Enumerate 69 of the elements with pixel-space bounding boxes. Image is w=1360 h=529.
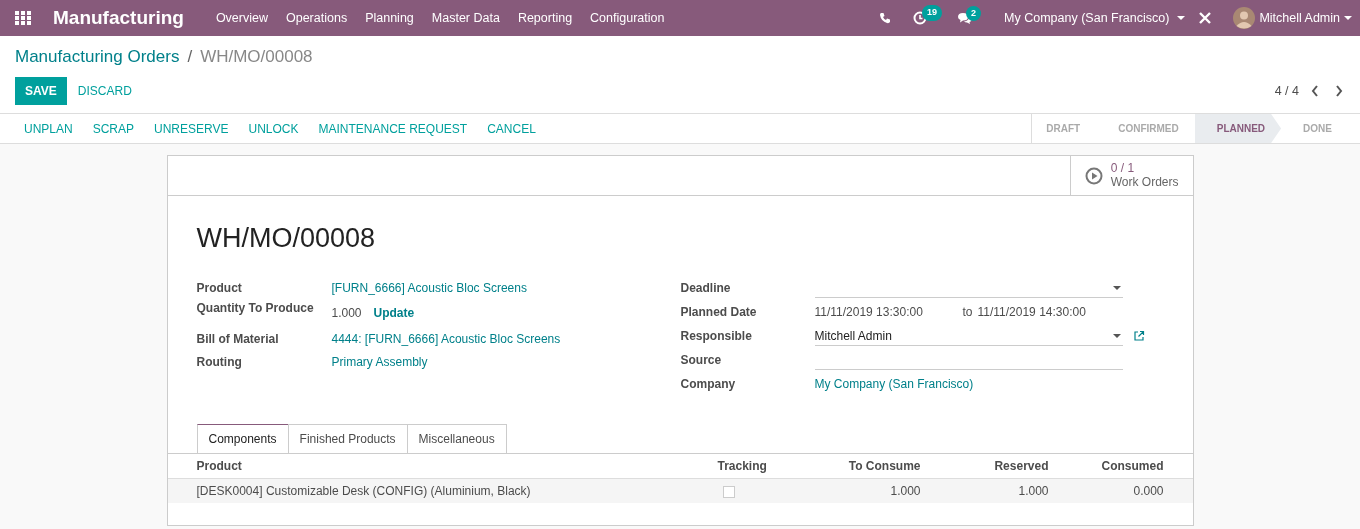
tab[interactable]: Components [196, 424, 289, 453]
menu-item[interactable]: Reporting [517, 8, 573, 28]
field-link[interactable]: 4444: [FURN_6666] Acoustic Bloc Screens [331, 329, 561, 348]
notification-count: 2 [966, 5, 982, 21]
save-button[interactable]: SAVE [15, 77, 67, 105]
apps-menu-icon[interactable] [15, 10, 31, 26]
status-stage[interactable]: PLANNED [1194, 114, 1282, 143]
caret-icon [1177, 15, 1186, 21]
phone-icon[interactable] [879, 12, 892, 24]
menu-item[interactable]: Configuration [590, 8, 665, 28]
caret-icon [1112, 333, 1121, 338]
table-cell-text: [DESK0004] Customizable Desk (CONFIG) (Aluminium, Black) [196, 483, 532, 500]
field-label: Responsible [680, 328, 753, 345]
action-button[interactable]: MAINTENANCE REQUEST [308, 114, 478, 143]
menu-item[interactable]: Operations [286, 8, 348, 28]
table-cell-text: 1.000 [889, 483, 921, 500]
discard-button[interactable]: DISCARD [66, 77, 143, 105]
field-label: Company [680, 376, 737, 393]
column-header: Consumed [1100, 458, 1164, 475]
action-button[interactable]: SCRAP [82, 114, 145, 143]
clock-icon[interactable] [913, 11, 928, 25]
external-link-icon[interactable] [1132, 330, 1145, 342]
caret-icon [1112, 285, 1121, 290]
field-label: Bill of Material [196, 330, 280, 348]
menu-item[interactable]: Planning [365, 8, 414, 28]
menu-item[interactable]: Master Data [431, 8, 500, 28]
column-header: Product [196, 458, 243, 475]
update-link[interactable]: Update [373, 304, 415, 322]
table-cell-text: 1.000 [1017, 483, 1049, 500]
field-value: 1.000 [331, 305, 362, 322]
next-icon[interactable] [1335, 85, 1343, 97]
date-field[interactable]: 11/11/2019 13:30:00 [814, 303, 963, 321]
field-label: Planned Date [680, 304, 758, 321]
user-menu[interactable]: Mitchell Admin [1233, 7, 1352, 29]
field-label: Product [196, 279, 243, 297]
action-button[interactable]: CANCEL [477, 114, 546, 143]
company-switcher[interactable]: My Company (San Francisco) [1004, 8, 1186, 28]
caret-icon [1344, 15, 1352, 21]
action-button[interactable]: UNRESERVE [144, 114, 239, 143]
column-header: To Consume [847, 458, 921, 475]
record-title: WH/MO/00008 [196, 222, 377, 254]
app-title: Manufacturing [53, 5, 184, 30]
range-separator: to [962, 304, 973, 321]
column-header: Tracking [717, 458, 768, 475]
field-link[interactable]: My Company (San Francisco) [814, 375, 974, 393]
tab[interactable]: Miscellaneous [406, 424, 507, 453]
field-label: Routing [196, 353, 243, 371]
tools-icon[interactable] [1199, 12, 1212, 24]
column-header: Reserved [993, 458, 1049, 475]
select-field[interactable]: Mitchell Admin [814, 326, 1123, 346]
field-label: Source [680, 352, 723, 369]
breadcrumb-link[interactable]: Manufacturing Orders [15, 47, 180, 66]
field-link[interactable]: Primary Assembly [331, 352, 428, 371]
field-label: Quantity To Produce [196, 300, 315, 317]
play-circle-icon [1084, 166, 1103, 185]
avatar-icon [1233, 7, 1256, 29]
menu-item[interactable]: Overview [215, 8, 268, 28]
table-cell-text: 0.000 [1132, 483, 1164, 500]
previous-icon[interactable] [1311, 85, 1319, 97]
notification-count: 19 [922, 5, 943, 21]
tracking-checkbox[interactable] [722, 485, 735, 498]
pager-value: 4 / 4 [1274, 82, 1299, 100]
breadcrumb-current: WH/MO/00008 [200, 47, 313, 66]
action-button[interactable]: UNLOCK [238, 114, 309, 143]
field-label: Deadline [680, 280, 732, 297]
action-button[interactable]: UNPLAN [14, 114, 83, 143]
date-field[interactable]: 11/11/2019 14:30:00 [977, 303, 1086, 321]
breadcrumb-separator: / [187, 47, 193, 66]
field-link[interactable]: [FURN_6666] Acoustic Bloc Screens [331, 278, 527, 297]
